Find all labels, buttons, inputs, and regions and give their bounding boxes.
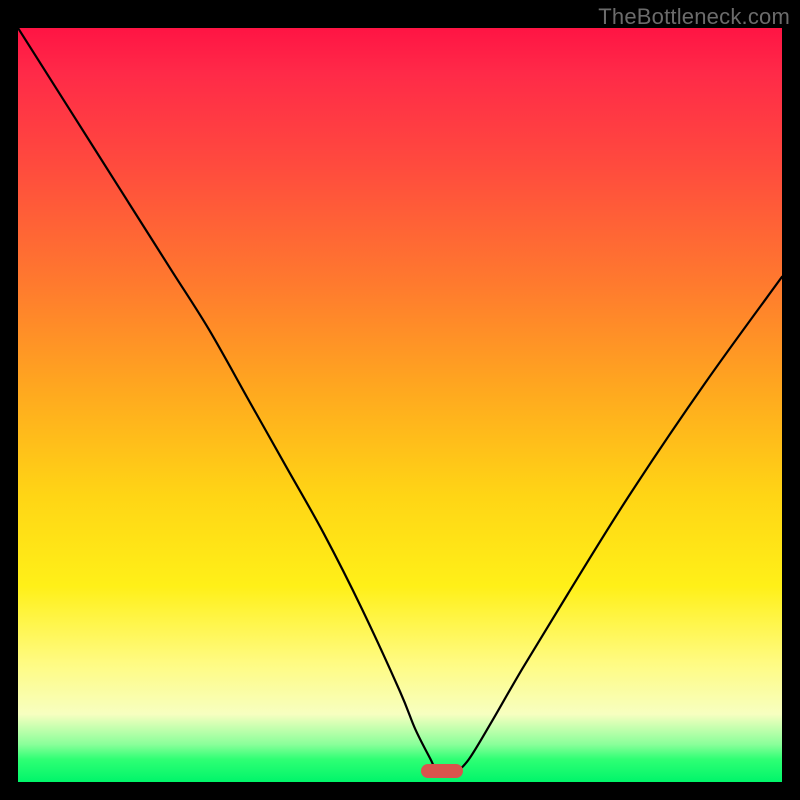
chart-frame: TheBottleneck.com: [0, 0, 800, 800]
plot-area: [18, 28, 782, 782]
optimal-marker: [421, 764, 463, 778]
watermark-text: TheBottleneck.com: [598, 4, 790, 30]
bottleneck-curve: [18, 28, 782, 782]
curve-path: [18, 28, 782, 776]
